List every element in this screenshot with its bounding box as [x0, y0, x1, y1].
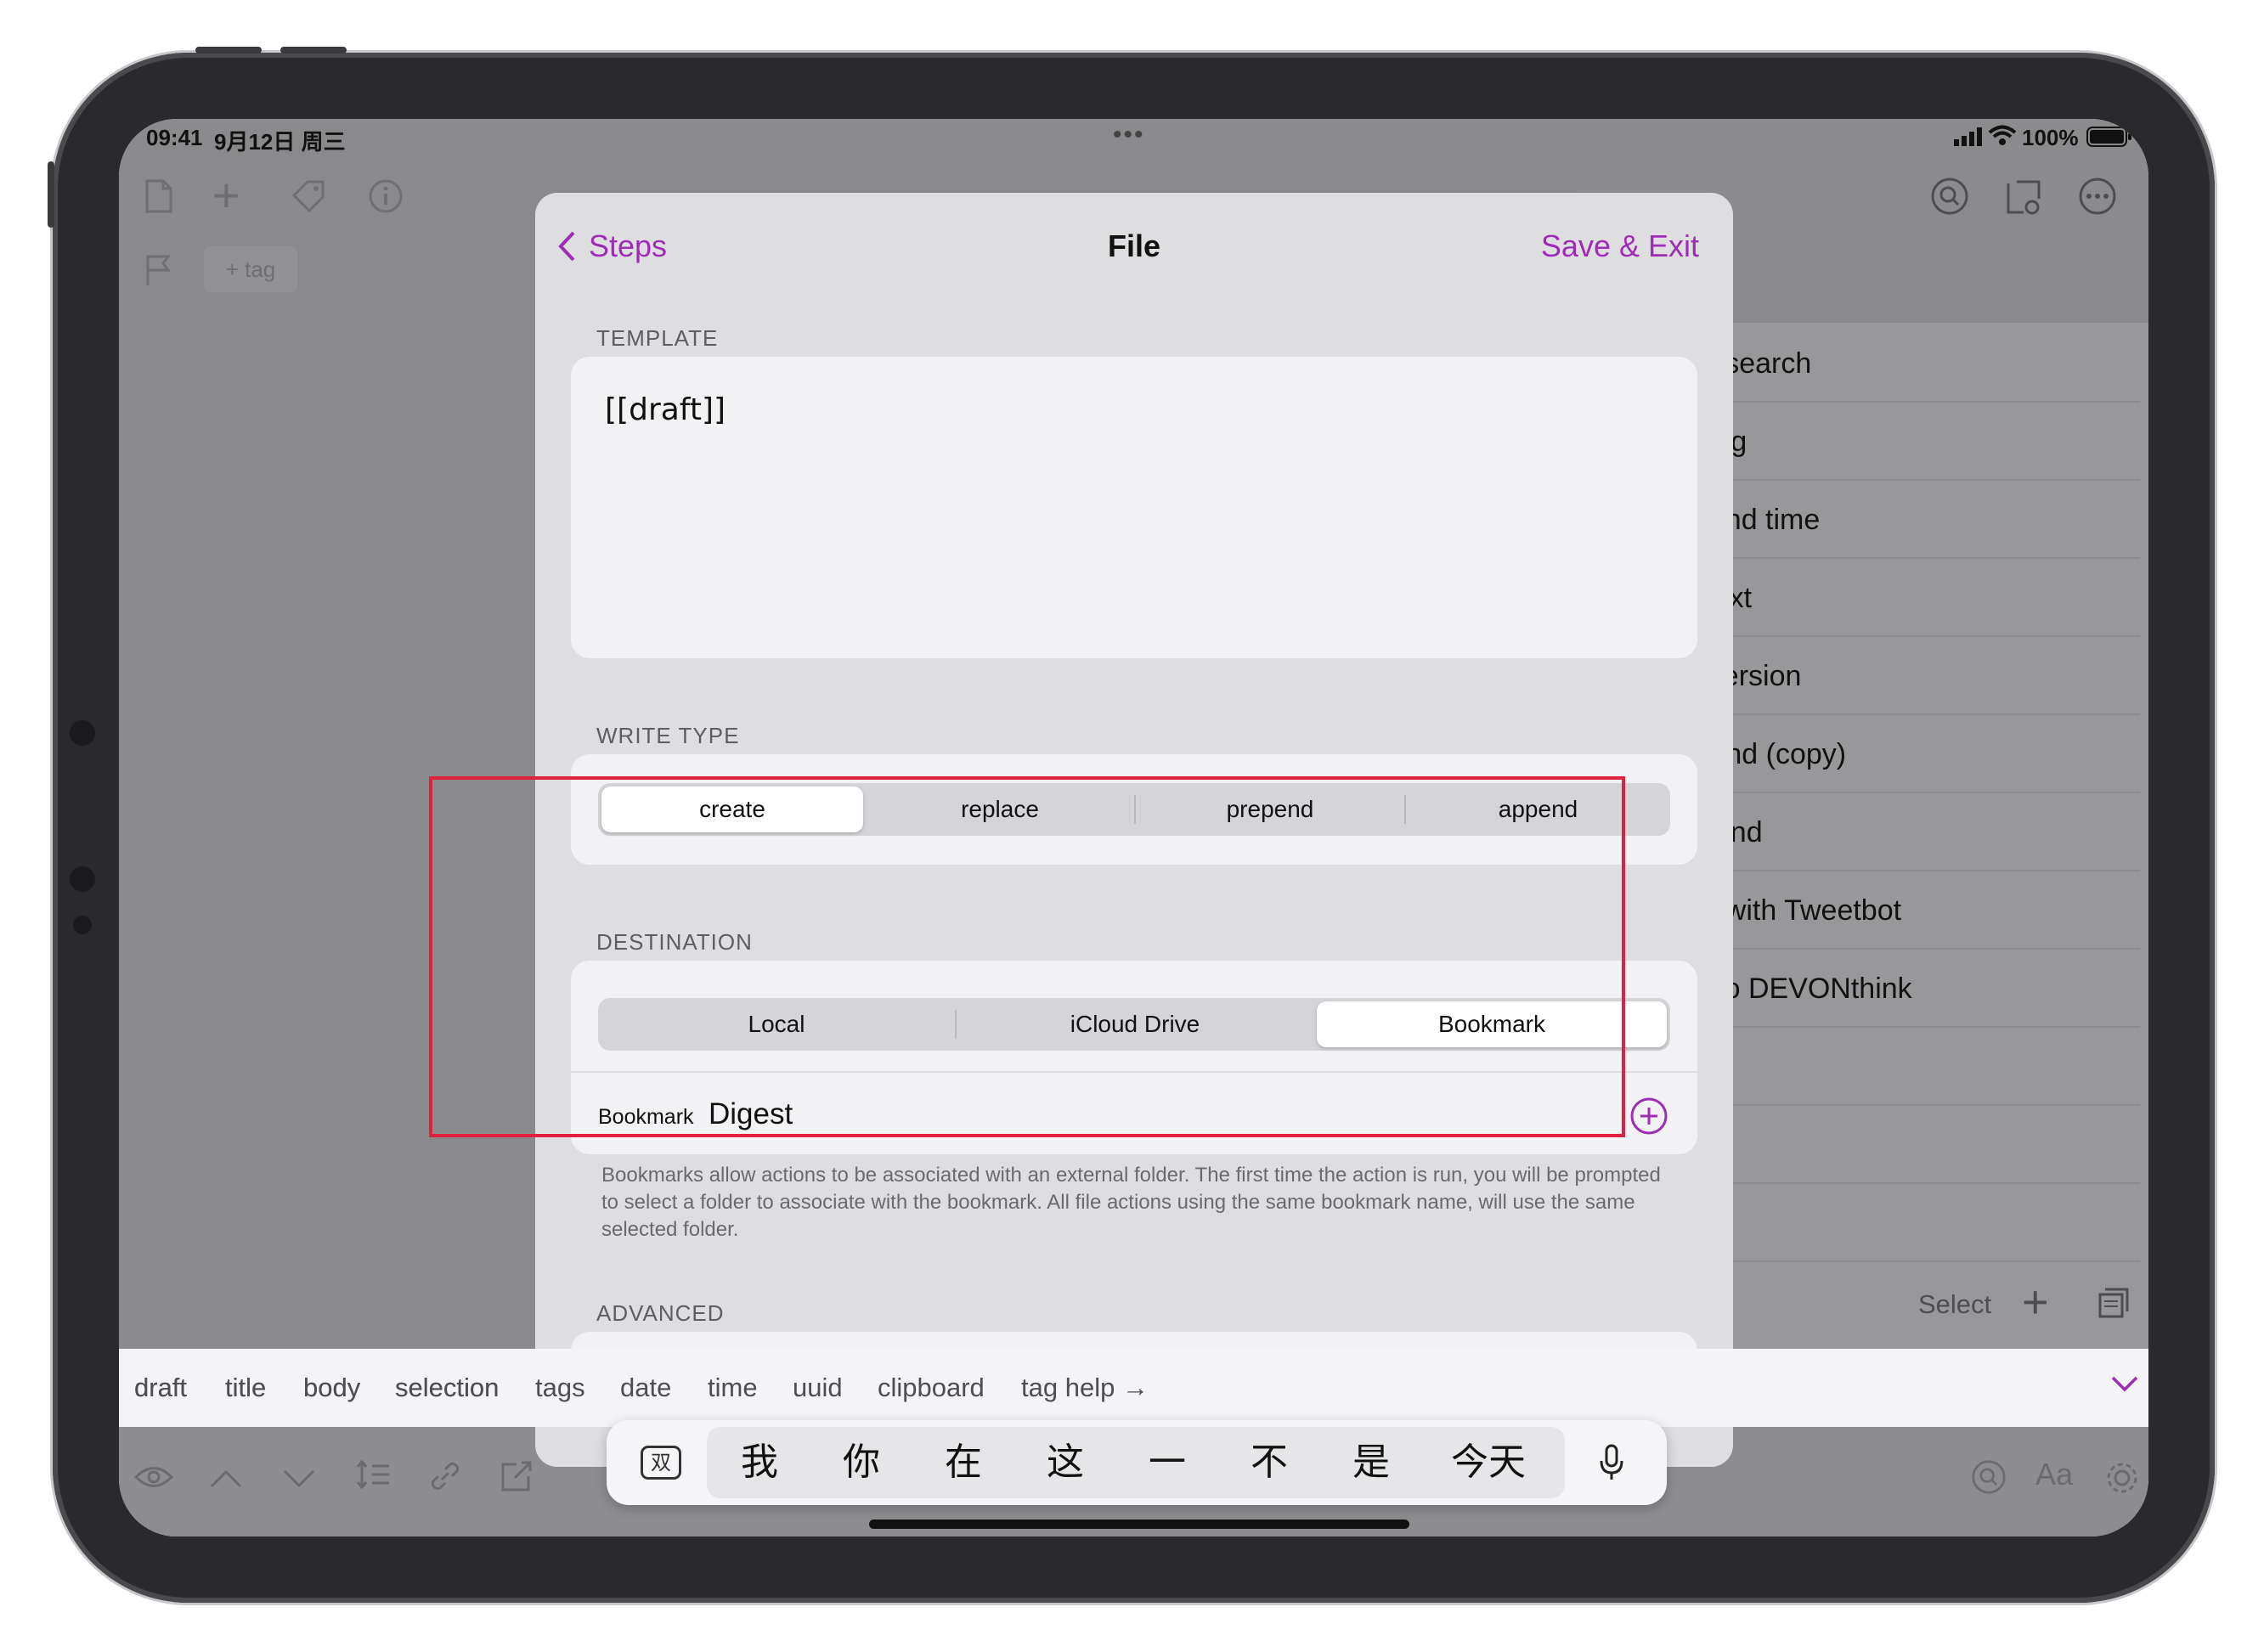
search-icon[interactable] — [1930, 177, 1969, 220]
action-list-icon[interactable] — [2005, 178, 2044, 220]
chevron-up-icon[interactable] — [209, 1459, 243, 1497]
candidate-item[interactable]: 这 — [1023, 1420, 1108, 1505]
battery-icon — [2086, 126, 2132, 148]
candidate-item[interactable]: 是 — [1329, 1420, 1414, 1505]
add-bookmark-icon[interactable] — [1629, 1097, 1668, 1140]
chevron-down-icon[interactable] — [282, 1459, 316, 1497]
add-tag-button[interactable]: + tag — [204, 246, 297, 292]
candidate-item[interactable]: 你 — [819, 1420, 904, 1505]
candidate-item[interactable]: 不 — [1227, 1420, 1312, 1505]
eye-icon[interactable] — [133, 1459, 174, 1497]
battery-percent: 100% — [2022, 125, 2079, 150]
camera-dot — [70, 720, 95, 746]
flag-icon[interactable] — [144, 253, 173, 291]
home-indicator[interactable] — [869, 1520, 1409, 1529]
font-button[interactable]: Aa — [2035, 1459, 2073, 1490]
write-type-label: WRITE TYPE — [596, 723, 740, 748]
advanced-label: ADVANCED — [596, 1300, 725, 1326]
microphone-icon[interactable] — [1599, 1444, 1624, 1486]
add-action-icon[interactable]: + — [2022, 1279, 2049, 1325]
candidate-item[interactable]: 今天 — [1429, 1420, 1548, 1505]
group-icon[interactable] — [2098, 1288, 2129, 1322]
tag-date[interactable]: date — [620, 1349, 671, 1427]
line-spacing-icon[interactable] — [355, 1459, 391, 1497]
tag-selection[interactable]: selection — [395, 1349, 499, 1427]
camera-dot — [70, 866, 95, 892]
wifi-icon — [1988, 124, 2017, 148]
select-button[interactable]: Select — [1918, 1289, 1991, 1320]
tag-clipboard[interactable]: clipboard — [878, 1349, 985, 1427]
chevron-down-icon[interactable] — [2110, 1374, 2139, 1397]
new-draft-icon[interactable] — [144, 178, 173, 221]
gear-icon[interactable] — [2103, 1459, 2141, 1503]
tag-draft[interactable]: draft — [134, 1349, 187, 1427]
template-value: [[draft]] — [605, 392, 726, 427]
keyboard-candidate-bar: 双 我 你 在 这 一 不 是 今天 — [607, 1420, 1667, 1505]
status-date: 9月12日 周三 — [214, 129, 346, 155]
search-icon[interactable] — [1971, 1459, 2007, 1502]
template-editor[interactable] — [571, 357, 1697, 658]
destination-highlight — [429, 776, 1625, 1137]
candidate-item[interactable]: 我 — [717, 1420, 802, 1505]
tag-tags[interactable]: tags — [535, 1349, 585, 1427]
save-exit-button[interactable]: Save & Exit — [1541, 228, 1699, 264]
volume-button — [195, 47, 262, 54]
signal-icon — [1954, 127, 1983, 146]
share-icon[interactable] — [500, 1459, 534, 1500]
tag-body[interactable]: body — [303, 1349, 360, 1427]
power-button — [48, 161, 54, 228]
tag-help[interactable]: tag help → — [1021, 1349, 1149, 1427]
plus-icon[interactable]: + — [212, 172, 240, 219]
camera-dot — [73, 916, 92, 934]
input-switch-key[interactable]: 双 — [641, 1446, 681, 1480]
status-time: 09:41 — [146, 125, 203, 150]
multitask-dots[interactable]: ••• — [1113, 121, 1145, 149]
volume-button — [280, 47, 347, 54]
bookmark-description: Bookmarks allow actions to be associated… — [601, 1164, 1661, 1241]
tag-time[interactable]: time — [708, 1349, 758, 1427]
info-icon[interactable] — [368, 178, 404, 218]
more-icon[interactable] — [2078, 177, 2117, 220]
candidate-item[interactable]: 在 — [921, 1420, 1006, 1505]
tag-icon[interactable] — [291, 178, 326, 218]
candidate-item[interactable]: 一 — [1125, 1420, 1210, 1505]
template-label: TEMPLATE — [596, 325, 719, 351]
tag-title[interactable]: title — [225, 1349, 266, 1427]
tag-uuid[interactable]: uuid — [793, 1349, 843, 1427]
link-icon[interactable] — [428, 1459, 462, 1500]
